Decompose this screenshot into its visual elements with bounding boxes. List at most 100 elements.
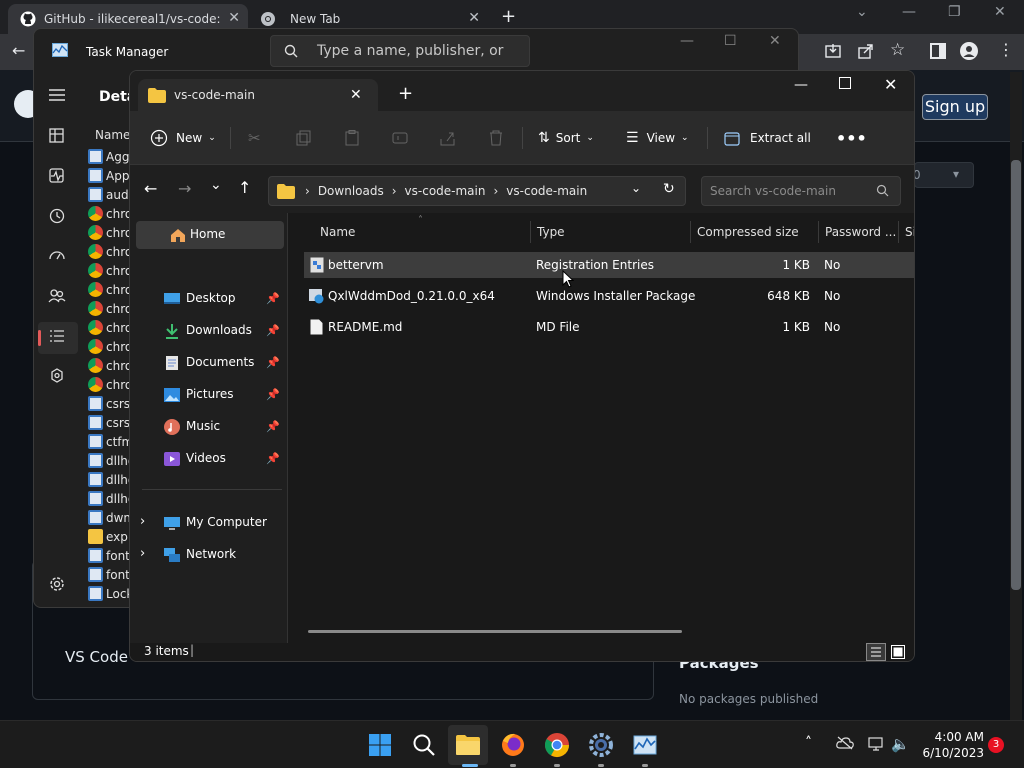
- recent-locations-icon[interactable]: ⌄: [210, 177, 222, 193]
- hamburger-icon[interactable]: [48, 87, 68, 107]
- column-separator[interactable]: [530, 221, 531, 243]
- process-row[interactable]: chro: [88, 318, 132, 337]
- tab-search-icon[interactable]: ⌄: [856, 4, 868, 20]
- sidebar-item-documents[interactable]: Documents 📌: [136, 349, 284, 377]
- new-button[interactable]: New ⌄: [150, 127, 216, 149]
- install-icon[interactable]: [825, 43, 841, 59]
- startup-apps-icon[interactable]: [48, 247, 68, 267]
- pin-icon[interactable]: 📌: [266, 388, 280, 401]
- close-icon[interactable]: ✕: [228, 10, 240, 26]
- breadcrumb-vs-code-main-inner[interactable]: vs-code-main: [506, 184, 587, 198]
- taskbar-file-explorer[interactable]: [452, 729, 484, 761]
- column-header-type[interactable]: Type: [537, 225, 565, 239]
- column-header-password[interactable]: Password ...: [825, 225, 896, 239]
- app-history-icon[interactable]: [48, 207, 68, 227]
- tm-maximize-button[interactable]: ☐: [724, 33, 737, 49]
- cut-icon[interactable]: ✂: [248, 127, 261, 149]
- repo-action-button[interactable]: 0 ▾: [913, 162, 974, 188]
- chevron-down-icon[interactable]: ⌄: [631, 181, 641, 195]
- explorer-search-input[interactable]: Search vs-code-main: [701, 176, 901, 206]
- task-manager-search-input[interactable]: Type a name, publisher, or PID...: [270, 35, 530, 89]
- services-icon[interactable]: [48, 367, 68, 387]
- sidebar-item-music[interactable]: Music 📌: [136, 413, 284, 441]
- tm-close-button[interactable]: ✕: [769, 33, 781, 49]
- delete-icon[interactable]: [488, 127, 504, 149]
- users-icon[interactable]: [48, 287, 68, 307]
- up-arrow-icon[interactable]: ↑: [238, 178, 251, 197]
- close-button[interactable]: ✕: [994, 4, 1006, 20]
- column-separator[interactable]: [818, 221, 819, 243]
- volume-icon[interactable]: 🔈: [891, 735, 910, 753]
- taskbar-chrome[interactable]: [541, 729, 573, 761]
- file-row[interactable]: bettervm Registration Entries 1 KB No: [304, 252, 914, 278]
- breadcrumb-vs-code-main[interactable]: vs-code-main: [405, 184, 486, 198]
- process-row[interactable]: chro: [88, 337, 132, 356]
- processes-icon[interactable]: [48, 127, 68, 147]
- column-header-name[interactable]: Name: [320, 225, 355, 239]
- column-header-size[interactable]: Si: [905, 225, 914, 239]
- pin-icon[interactable]: 📌: [266, 420, 280, 433]
- signup-button[interactable]: Sign up: [922, 94, 988, 120]
- process-name-column-header[interactable]: Name: [95, 128, 130, 142]
- close-icon[interactable]: ✕: [350, 87, 362, 103]
- sidebar-item-my-computer[interactable]: › My Computer: [136, 509, 284, 537]
- new-tab-button[interactable]: +: [501, 6, 516, 27]
- breadcrumb-downloads[interactable]: Downloads: [318, 184, 384, 198]
- menu-kebab-icon[interactable]: ⋮: [998, 40, 1014, 59]
- file-row[interactable]: QxlWddmDod_0.21.0.0_x64 Windows Installe…: [304, 283, 914, 309]
- bookmark-star-icon[interactable]: ☆: [890, 40, 905, 60]
- more-options-icon[interactable]: •••: [836, 127, 867, 149]
- pin-icon[interactable]: 📌: [266, 324, 280, 337]
- restore-button[interactable]: ❐: [948, 4, 961, 20]
- explorer-tab[interactable]: vs-code-main ✕: [138, 79, 378, 111]
- process-row[interactable]: chro: [88, 204, 132, 223]
- scroll-thumb[interactable]: [1011, 160, 1021, 590]
- pin-icon[interactable]: 📌: [266, 292, 280, 305]
- system-clock[interactable]: 4:00 AM 6/10/2023: [920, 729, 984, 761]
- process-row[interactable]: chro: [88, 356, 132, 375]
- horizontal-scrollbar[interactable]: [308, 630, 682, 633]
- process-row[interactable]: Aggr: [88, 147, 134, 166]
- sidebar-item-desktop[interactable]: Desktop 📌: [136, 285, 284, 313]
- close-icon[interactable]: ✕: [468, 10, 480, 26]
- sidebar-item-downloads[interactable]: Downloads 📌: [136, 317, 284, 345]
- onedrive-cloud-icon[interactable]: [836, 736, 854, 750]
- pin-icon[interactable]: 📌: [266, 356, 280, 369]
- settings-gear-icon[interactable]: [48, 575, 68, 595]
- taskbar-settings[interactable]: [585, 729, 617, 761]
- back-arrow-icon[interactable]: ←: [12, 41, 25, 60]
- process-row[interactable]: Lock: [88, 584, 133, 603]
- sort-button[interactable]: ⇅ Sort ⌄: [538, 127, 594, 149]
- share-icon[interactable]: [858, 43, 874, 59]
- show-hidden-icons-chevron-icon[interactable]: ˄: [805, 735, 812, 751]
- column-separator[interactable]: [690, 221, 691, 243]
- process-row[interactable]: ctfm: [88, 432, 133, 451]
- tm-minimize-button[interactable]: —: [680, 33, 694, 49]
- forward-arrow-icon[interactable]: →: [178, 179, 191, 198]
- chevron-right-icon[interactable]: ›: [140, 514, 145, 529]
- process-row[interactable]: audi: [88, 185, 132, 204]
- sidebar-item-home[interactable]: Home: [136, 221, 284, 249]
- notification-badge[interactable]: 3: [988, 737, 1004, 753]
- process-row[interactable]: chro: [88, 299, 132, 318]
- tiles-view-toggle[interactable]: [890, 644, 906, 660]
- refresh-icon[interactable]: ↻: [663, 181, 675, 197]
- copy-icon[interactable]: [296, 127, 312, 149]
- process-row[interactable]: Appl: [88, 166, 133, 185]
- extract-all-button[interactable]: Extract all: [724, 127, 811, 149]
- details-icon[interactable]: [48, 327, 68, 347]
- maximize-button[interactable]: [839, 77, 851, 89]
- process-row[interactable]: chro: [88, 261, 132, 280]
- paste-icon[interactable]: [344, 127, 360, 149]
- process-row[interactable]: chro: [88, 375, 132, 394]
- back-arrow-icon[interactable]: ←: [144, 179, 157, 198]
- minimize-button[interactable]: —: [902, 4, 916, 20]
- taskbar-search-button[interactable]: [408, 729, 440, 761]
- start-button[interactable]: [364, 729, 396, 761]
- network-status-icon[interactable]: [868, 736, 886, 752]
- pin-icon[interactable]: 📌: [266, 452, 280, 465]
- details-view-toggle[interactable]: [866, 643, 886, 661]
- column-separator[interactable]: [898, 221, 899, 243]
- minimize-button[interactable]: —: [794, 77, 808, 93]
- sidebar-item-videos[interactable]: Videos 📌: [136, 445, 284, 473]
